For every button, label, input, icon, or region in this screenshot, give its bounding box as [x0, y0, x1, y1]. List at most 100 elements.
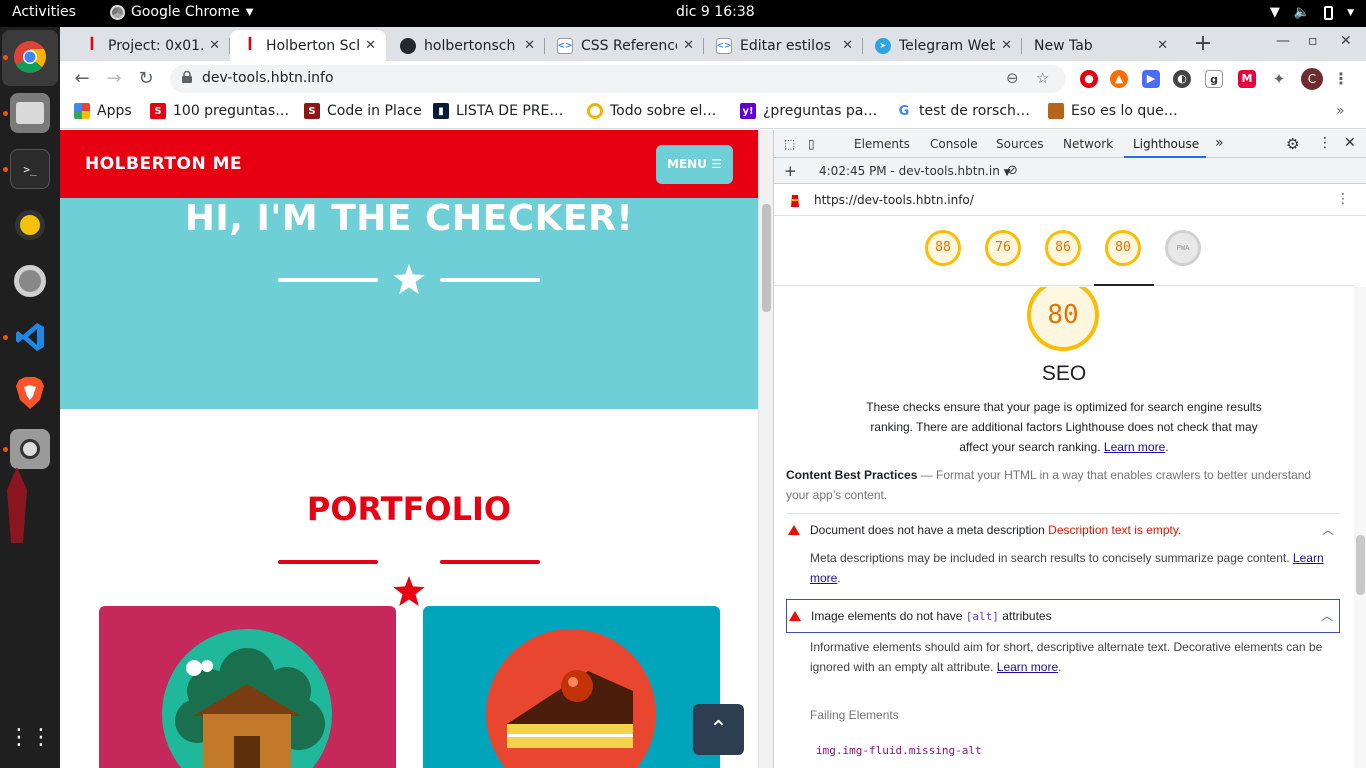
extension-record-icon[interactable]: ● [1080, 70, 1098, 88]
extension-toggle-icon[interactable]: ◐ [1173, 70, 1191, 88]
page-scrollbar[interactable] [758, 130, 773, 768]
browser-tab[interactable]: ➤ Telegram Web ✕ [863, 30, 1022, 61]
pwa-badge[interactable]: PWA [1165, 230, 1201, 266]
settings-icon[interactable] [10, 261, 50, 301]
bookmark-item[interactable]: G test de rorsch… [896, 103, 1030, 119]
tab-lighthouse[interactable]: Lighthouse [1133, 137, 1199, 151]
puzzle-icon[interactable]: ✦ [1270, 70, 1288, 88]
close-icon[interactable]: ✕ [1344, 135, 1356, 151]
bookmark-icon [587, 103, 603, 119]
audit-image-alt: Image elements do not have [alt] attribu… [786, 599, 1340, 633]
rhythmbox-icon[interactable] [10, 205, 50, 245]
scroll-to-top-button[interactable]: ⌃ [693, 704, 744, 755]
bookmark-item[interactable]: ▮ LISTA DE PRE… [433, 103, 563, 119]
failing-node[interactable]: img.img-fluid.missing-alt [786, 741, 1340, 761]
score-gauge[interactable]: 80 [1105, 230, 1141, 266]
browser-tab-active[interactable]: ꟾ Holberton Sch ✕ [230, 30, 386, 61]
bookmark-item[interactable]: S Code in Place [304, 103, 422, 119]
address-bar[interactable]: dev-tools.hbtn.info ⊖ ☆ [170, 65, 1066, 93]
url-text: dev-tools.hbtn.info [202, 70, 334, 86]
zoom-icon[interactable]: ⊖ [1006, 69, 1019, 87]
inspect-icon[interactable]: ⬚ [784, 137, 795, 151]
show-apps-icon[interactable]: ⋮⋮ [8, 717, 52, 757]
close-icon[interactable]: ✕ [842, 38, 853, 53]
dock-chrome-icon[interactable] [10, 37, 50, 77]
close-icon[interactable]: ✕ [524, 38, 535, 53]
yahoo-icon: y! [740, 103, 756, 119]
system-top-bar: Activities Google Chrome ▼ dic 9 16:38 ▼… [0, 0, 1366, 27]
close-icon[interactable]: ✕ [1001, 38, 1012, 53]
reload-icon[interactable]: ↻ [134, 67, 158, 91]
forward-icon[interactable]: → [102, 67, 126, 91]
browser-tab[interactable]: <> CSS Reference ✕ [545, 30, 704, 61]
profile-avatar[interactable]: C [1301, 68, 1323, 90]
extension-zoom-icon[interactable]: ▶ [1142, 70, 1160, 88]
bookmark-label: Apps [97, 103, 132, 119]
bookmark-item[interactable]: S 100 preguntas… [150, 103, 289, 119]
clock[interactable]: dic 9 16:38 [676, 4, 755, 20]
site-brand[interactable]: HOLBERTON ME [85, 154, 242, 174]
terminal-icon[interactable]: >_ [10, 149, 50, 189]
score-gauge[interactable]: 76 [985, 230, 1021, 266]
portfolio-card-cabin[interactable] [99, 606, 396, 768]
files-icon[interactable] [10, 93, 50, 133]
kebab-menu-icon[interactable]: ⋮ [1332, 70, 1350, 88]
report-time: 4:02:45 PM - dev-tools.hbtn.in [819, 164, 1000, 178]
close-icon[interactable]: ✕ [365, 38, 376, 53]
learn-more-link[interactable]: Learn more [1104, 440, 1165, 454]
bookmark-star-icon[interactable]: ☆ [1036, 69, 1049, 87]
devtools-scrollbar[interactable] [1354, 287, 1366, 768]
browser-tab[interactable]: ꟾ Project: 0x01. ✕ [72, 30, 230, 61]
kebab-menu-icon[interactable]: ⋮ [1336, 191, 1350, 207]
brave-icon[interactable] [10, 373, 50, 413]
kebab-menu-icon[interactable]: ⋮ [1318, 135, 1332, 151]
report-selector[interactable]: 4:02:45 PM - dev-tools.hbtn.in ▼ [819, 164, 1011, 178]
activities-button[interactable]: Activities [12, 4, 76, 20]
more-tabs-icon[interactable]: » [1215, 135, 1224, 151]
stanford-icon: S [304, 103, 320, 119]
cake-illustration [486, 629, 656, 768]
browser-tab[interactable]: <> Editar estilos ✕ [704, 30, 863, 61]
tab-elements[interactable]: Elements [854, 137, 910, 151]
minimize-icon[interactable]: — [1276, 33, 1290, 49]
score-gauge[interactable]: 88 [925, 230, 961, 266]
audit-header[interactable]: Document does not have a meta descriptio… [786, 514, 1340, 546]
bookmarks-overflow-icon[interactable]: » [1336, 103, 1345, 119]
gear-icon[interactable]: ⚙ [1286, 135, 1299, 153]
extension-fire-icon[interactable]: ▲ [1110, 70, 1128, 88]
bookmark-item[interactable]: Todo sobre el… [587, 103, 716, 119]
maximize-icon[interactable]: ▫ [1308, 33, 1318, 49]
score-gauge[interactable]: 86 [1045, 230, 1081, 266]
browser-tab[interactable]: holbertonsch ✕ [388, 30, 545, 61]
close-icon[interactable]: ✕ [209, 38, 220, 53]
device-toggle-icon[interactable]: ▯ [808, 137, 815, 151]
report-url[interactable]: https://dev-tools.hbtn.info/ [814, 193, 974, 207]
back-icon[interactable]: ← [70, 67, 94, 91]
menu-button[interactable]: MENU ☰ [656, 145, 733, 184]
volume-icon: 🔈 [1293, 5, 1311, 20]
portfolio-card-cake[interactable] [423, 606, 720, 768]
bookmark-item[interactable]: Eso es lo que… [1048, 103, 1178, 119]
browser-tab[interactable]: New Tab ✕ [1022, 30, 1178, 61]
vscode-icon[interactable] [10, 317, 50, 357]
menu-label: MENU [667, 157, 707, 171]
bookmark-item[interactable]: y! ¿preguntas pa… [740, 103, 877, 119]
screenshot-icon[interactable] [10, 429, 50, 469]
tab-sources[interactable]: Sources [996, 137, 1043, 151]
tab-console[interactable]: Console [930, 137, 978, 151]
close-icon[interactable]: ✕ [1157, 38, 1168, 53]
seo-description: These checks ensure that your page is op… [866, 400, 1262, 454]
system-tray[interactable]: ▼ 🔈 ▼ [1270, 5, 1354, 20]
bookmark-apps[interactable]: Apps [74, 103, 132, 119]
audit-header[interactable]: Image elements do not have [alt] attribu… [787, 600, 1339, 632]
plus-icon[interactable]: + [784, 162, 797, 180]
extension-grammarly-icon[interactable]: g [1205, 70, 1223, 88]
app-menu[interactable]: Google Chrome ▼ [110, 4, 253, 20]
window-close-icon[interactable]: ✕ [1340, 33, 1352, 49]
extension-mail-icon[interactable]: M [1238, 70, 1256, 88]
close-icon[interactable]: ✕ [683, 38, 694, 53]
learn-more-link[interactable]: Learn more [997, 660, 1058, 674]
tab-network[interactable]: Network [1063, 137, 1113, 151]
clear-icon[interactable]: ⊘ [1007, 163, 1018, 178]
new-tab-button[interactable]: + [1190, 32, 1216, 58]
